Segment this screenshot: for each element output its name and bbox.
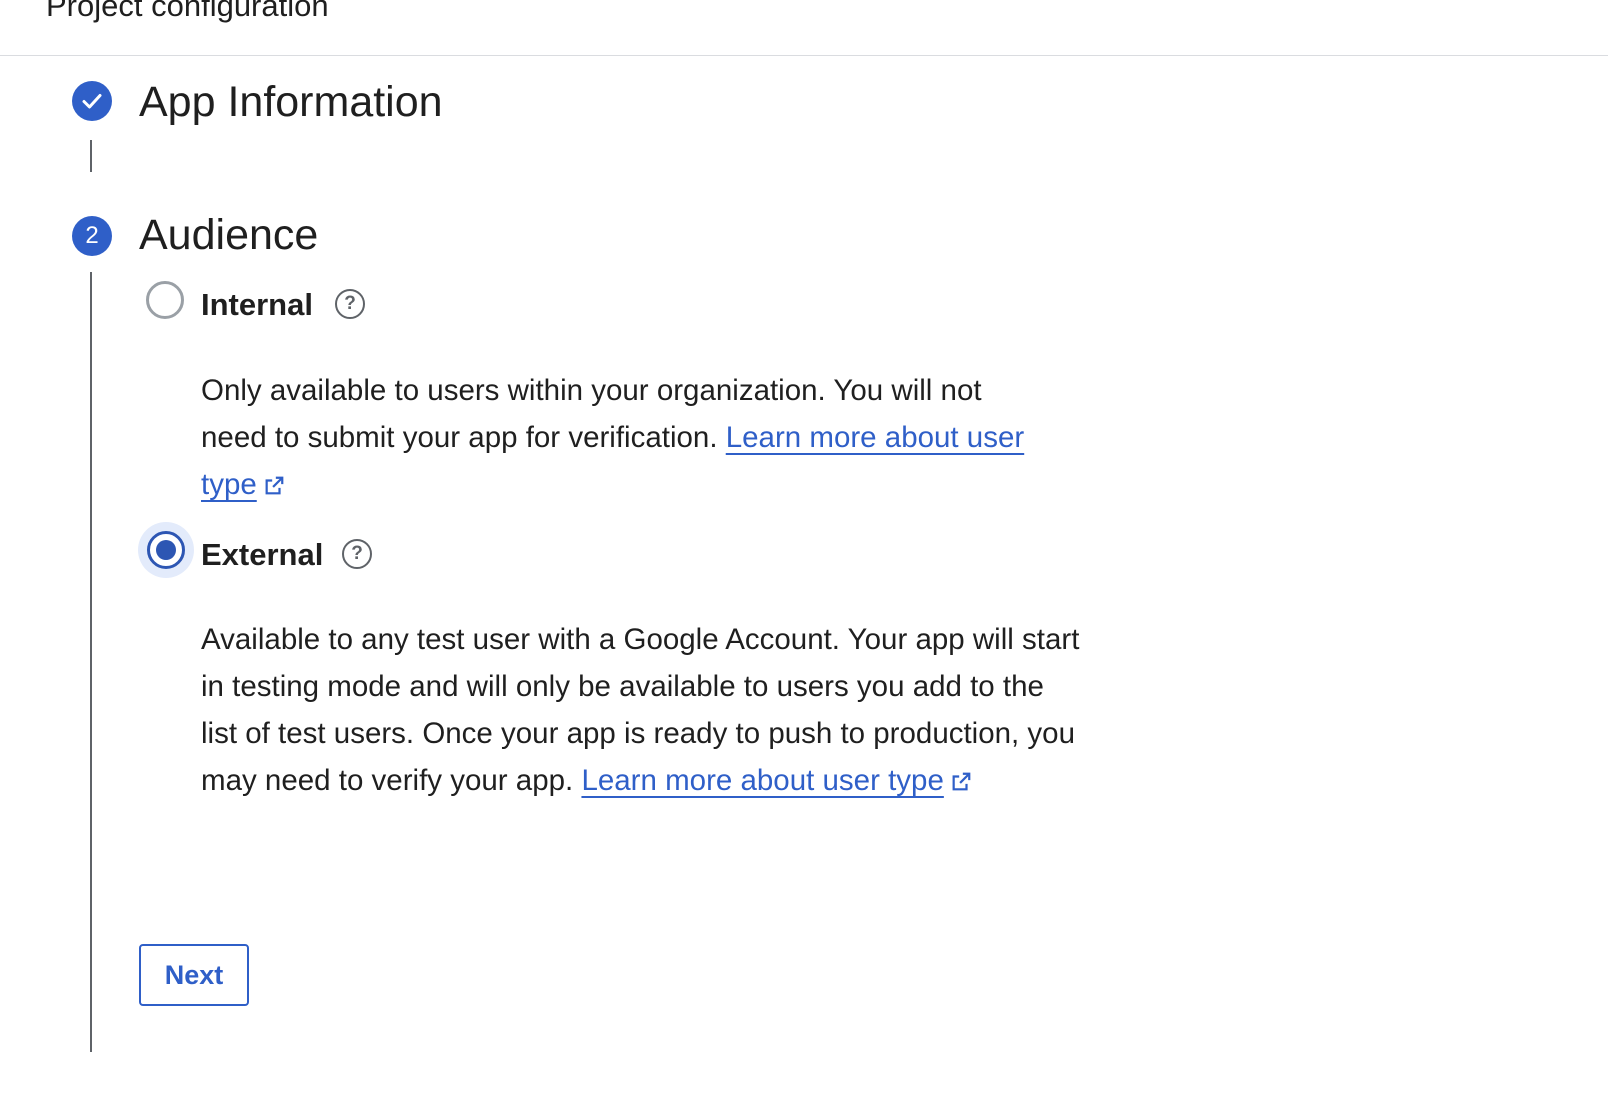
learn-more-link-external[interactable]: Learn more about user type [581,764,943,797]
next-button[interactable]: Next [139,944,249,1006]
option-label-internal[interactable]: Internal [201,289,313,320]
page-header: Project configuration [0,0,1608,56]
radio-external[interactable] [147,531,185,569]
step-connector [90,140,92,172]
check-icon [82,94,102,109]
description-external: Available to any test user with a Google… [201,616,1081,804]
external-link-icon[interactable] [263,475,285,497]
external-link-icon[interactable] [950,771,972,793]
help-icon-external[interactable]: ? [342,539,372,569]
learn-more-link-external-text: Learn more about user type [581,764,944,797]
step-number-badge: 2 [72,216,112,256]
step-title-audience: Audience [139,211,319,259]
option-label-external[interactable]: External [201,539,323,570]
step-complete-check-icon [72,81,112,121]
description-internal: Only available to users within your orga… [201,367,1051,508]
radio-internal[interactable] [146,281,184,319]
help-icon-internal[interactable]: ? [335,289,365,319]
page: Project configuration App Information 2 … [0,0,1608,1118]
step-title-app-information[interactable]: App Information [139,81,443,124]
page-title: Project configuration [46,0,329,23]
step-connector-active [90,272,92,1052]
